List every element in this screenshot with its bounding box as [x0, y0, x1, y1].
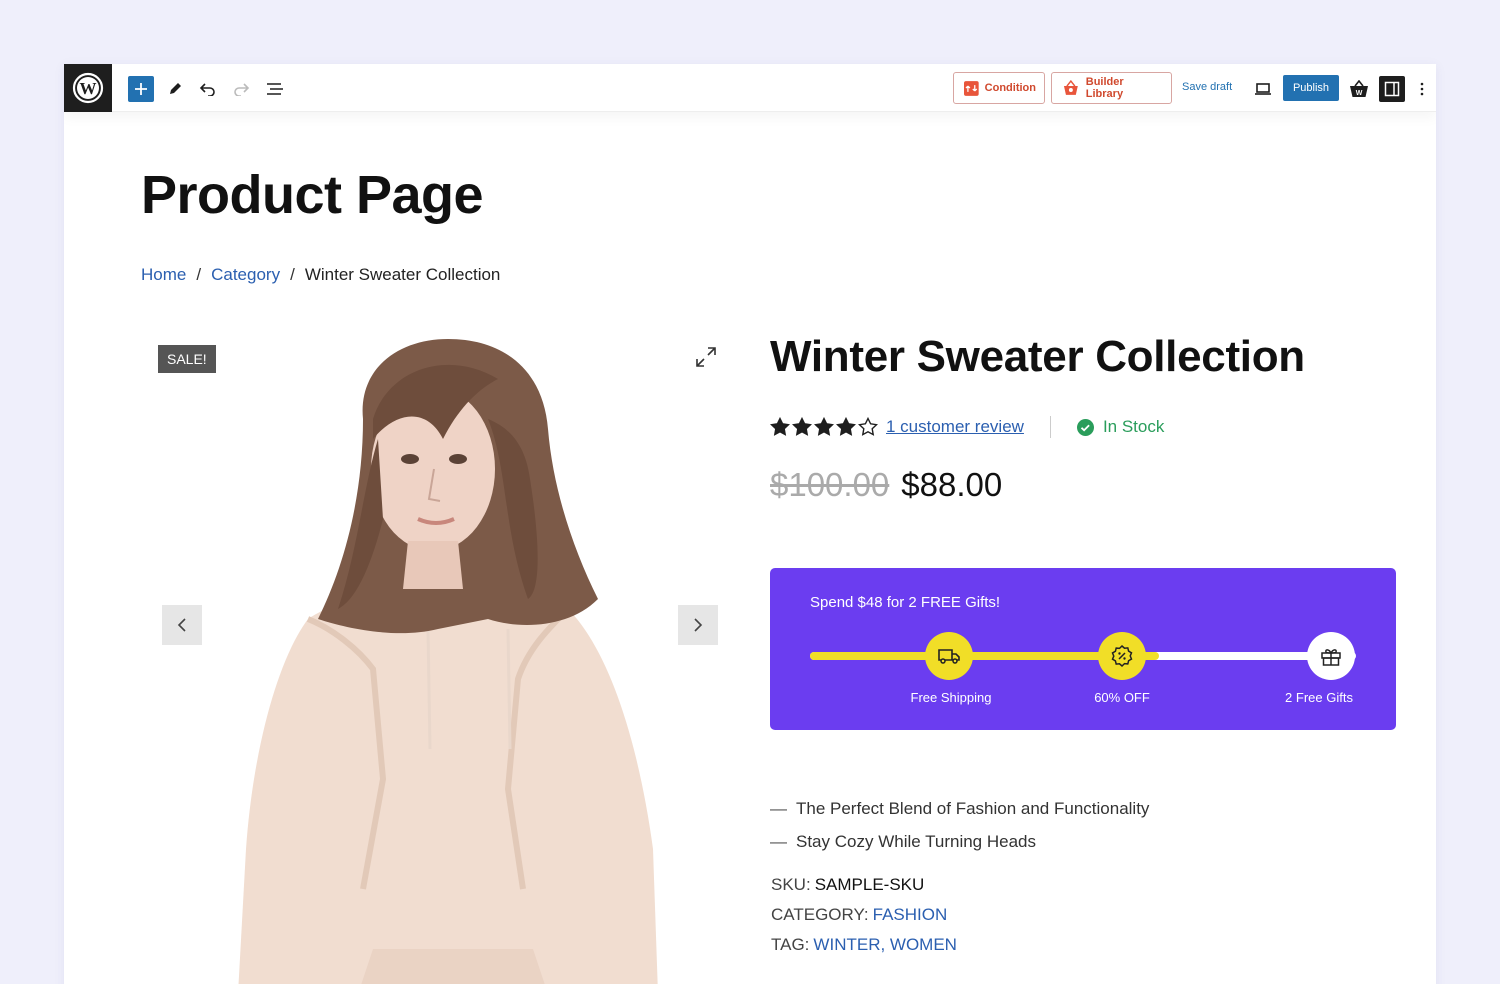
- publish-button[interactable]: Publish: [1283, 75, 1339, 101]
- condition-button[interactable]: Condition: [953, 72, 1045, 104]
- check-circle-icon: [1076, 418, 1094, 436]
- document-overview-icon[interactable]: [262, 76, 288, 102]
- breadcrumb-category-link[interactable]: Category: [211, 265, 280, 285]
- sku-label: SKU:: [771, 875, 811, 894]
- divider: [1049, 416, 1051, 438]
- list-item: — The Perfect Blend of Fashion and Funct…: [770, 792, 1149, 825]
- star-filled-icon: [814, 417, 834, 436]
- tag-row: TAG: WINTER, WOMEN: [771, 930, 957, 960]
- svg-text:W: W: [1356, 90, 1363, 97]
- preview-device-icon[interactable]: [1250, 76, 1276, 102]
- category-link[interactable]: FASHION: [873, 905, 948, 925]
- breadcrumb-separator: /: [290, 265, 295, 284]
- svg-text:W: W: [80, 79, 97, 98]
- breadcrumb: Home / Category / Winter Sweater Collect…: [141, 265, 500, 285]
- milestone-free-shipping: [925, 632, 973, 680]
- condition-label: Condition: [984, 82, 1036, 94]
- breadcrumb-separator: /: [196, 265, 202, 284]
- builder-library-button[interactable]: Builder Library: [1051, 72, 1172, 104]
- milestone-label: 60% OFF: [1094, 690, 1150, 705]
- truck-icon: [938, 649, 960, 664]
- sku-value: SAMPLE-SKU: [814, 875, 925, 894]
- wordpress-logo-icon[interactable]: W: [64, 64, 112, 112]
- regular-price: $100.00: [770, 466, 890, 503]
- list-dash: —: [770, 831, 787, 851]
- expand-zoom-icon[interactable]: [694, 345, 718, 369]
- milestone-label: Free Shipping: [910, 690, 992, 705]
- gallery-prev-button[interactable]: [162, 605, 202, 645]
- feature-text: The Perfect Blend of Fashion and Functio…: [796, 798, 1150, 818]
- redo-icon[interactable]: [228, 76, 254, 102]
- page-title: Product Page: [141, 165, 484, 225]
- review-link[interactable]: 1 customer review: [886, 417, 1024, 437]
- editor-toolbar: W Condition Builder Library Save draft P…: [64, 64, 1436, 112]
- gift-icon: [1321, 649, 1341, 666]
- edit-pencil-icon[interactable]: [162, 76, 188, 102]
- chevron-left-icon: [177, 618, 186, 632]
- breadcrumb-current: Winter Sweater Collection: [304, 265, 501, 284]
- more-options-icon[interactable]: [1412, 76, 1432, 102]
- rating-row: 1 customer review In Stock: [770, 416, 1164, 438]
- product-meta: SKU: SAMPLE-SKU CATEGORY: FASHION TAG: W…: [771, 870, 957, 960]
- builder-library-label: Builder Library: [1085, 76, 1124, 100]
- star-rating: [770, 417, 878, 437]
- gift-heading: Spend $48 for 2 FREE Gifts!: [810, 594, 1001, 611]
- save-draft-button[interactable]: Save draft: [1182, 81, 1232, 93]
- category-row: CATEGORY: FASHION: [771, 900, 957, 930]
- settings-sidebar-toggle-icon[interactable]: [1379, 76, 1405, 102]
- stock-status: In Stock: [1076, 417, 1165, 437]
- undo-icon[interactable]: [195, 76, 221, 102]
- progress-track: [810, 652, 1356, 660]
- price-block: $100.00 $88.00: [770, 466, 1002, 504]
- tag-links[interactable]: WINTER, WOMEN: [813, 935, 957, 955]
- category-label: CATEGORY:: [771, 905, 869, 924]
- milestone-free-gifts: [1307, 632, 1355, 680]
- feature-list: — The Perfect Blend of Fashion and Funct…: [770, 792, 1149, 858]
- star-filled-icon: [836, 417, 856, 436]
- gallery-next-button[interactable]: [678, 605, 718, 645]
- basket-icon: [1063, 80, 1078, 95]
- editor-frame: W Condition Builder Library Save draft P…: [64, 64, 1436, 984]
- milestone-discount: [1098, 632, 1146, 680]
- woocommerce-basket-icon[interactable]: W: [1346, 76, 1372, 102]
- product-gallery: SALE!: [158, 329, 718, 984]
- free-gift-progress-bar: Spend $48 for 2 FREE Gifts! Free Shippin…: [770, 568, 1396, 730]
- stock-label: In Stock: [1102, 417, 1165, 436]
- list-dash: —: [770, 798, 787, 818]
- tag-label: TAG:: [771, 935, 810, 954]
- feature-text: Stay Cozy While Turning Heads: [796, 831, 1036, 851]
- chevron-right-icon: [694, 618, 703, 632]
- milestone-label: 2 Free Gifts: [1285, 690, 1353, 705]
- sale-price: $88.00: [901, 466, 1003, 503]
- add-block-button[interactable]: [128, 76, 154, 102]
- star-filled-icon: [792, 417, 812, 436]
- star-empty-icon: [858, 417, 878, 436]
- list-item: — Stay Cozy While Turning Heads: [770, 825, 1149, 858]
- product-title: Winter Sweater Collection: [770, 332, 1305, 381]
- discount-badge-icon: [1111, 644, 1133, 668]
- breadcrumb-home-link[interactable]: Home: [141, 265, 186, 285]
- sku-row: SKU: SAMPLE-SKU: [771, 870, 957, 900]
- star-filled-icon: [770, 417, 790, 436]
- sale-badge: SALE!: [158, 345, 216, 373]
- product-image[interactable]: [158, 329, 718, 984]
- condition-icon: [964, 80, 979, 96]
